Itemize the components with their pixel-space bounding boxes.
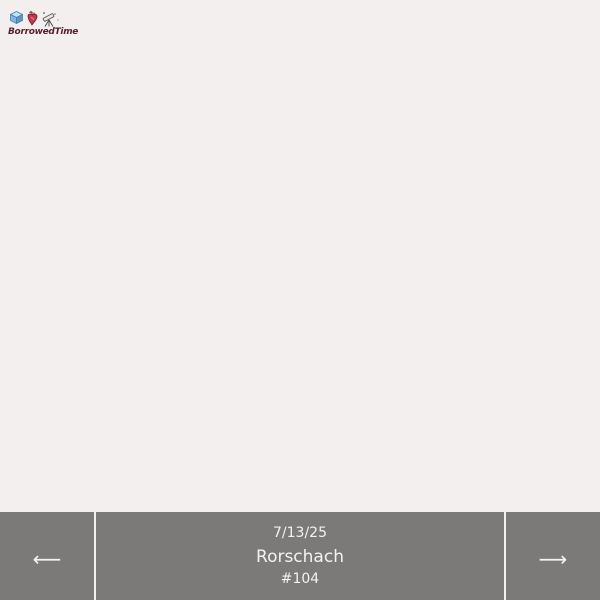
entry-number: #104 xyxy=(280,571,320,587)
entry-title: Rorschach xyxy=(256,547,344,567)
entry-navigation-bar: ⟵ 7/13/25 Rorschach #104 ⟶ xyxy=(0,512,600,600)
cube-icon xyxy=(10,11,23,24)
previous-entry-button[interactable]: ⟵ xyxy=(0,512,94,600)
telescope-icon xyxy=(42,12,59,27)
right-arrow-icon: ⟶ xyxy=(538,547,568,571)
entry-info-panel: 7/13/25 Rorschach #104 xyxy=(96,512,504,600)
next-entry-button[interactable]: ⟶ xyxy=(506,512,600,600)
page: BorrowedTime ⟵ 7/13/25 Rorschach #104 ⟶ xyxy=(0,0,600,600)
logo-wordmark: BorrowedTime xyxy=(8,27,79,37)
left-arrow-icon: ⟵ xyxy=(32,547,62,571)
anatomical-heart-icon xyxy=(27,11,38,26)
entry-date: 7/13/25 xyxy=(273,525,327,541)
logo-icons xyxy=(8,10,68,28)
site-logo[interactable]: BorrowedTime xyxy=(8,10,78,38)
